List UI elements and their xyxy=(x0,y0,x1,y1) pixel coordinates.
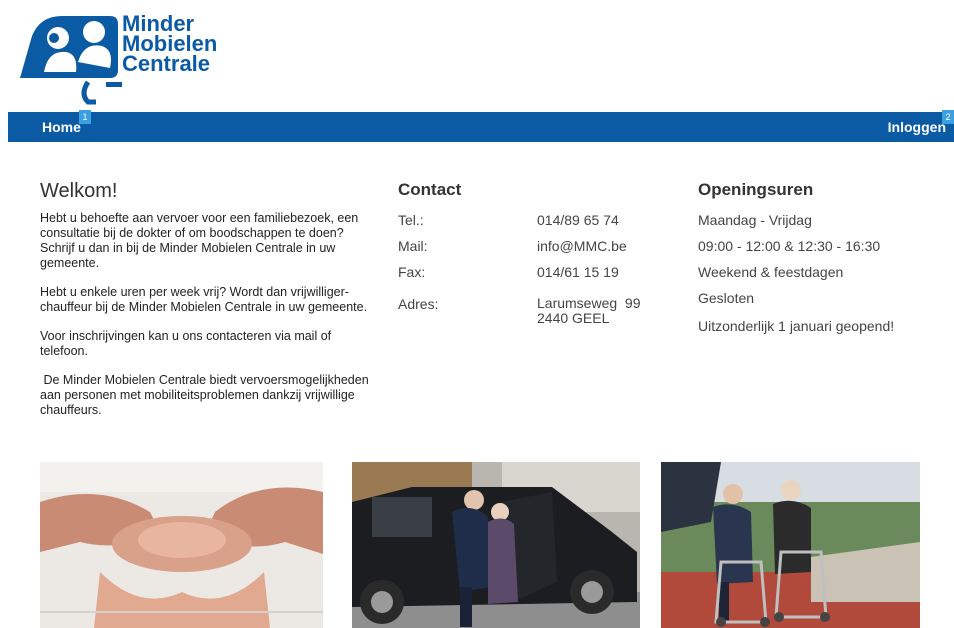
hours-exception-note: Uitzonderlijk 1 januari geopend! xyxy=(698,318,895,334)
welcome-paragraph-2: Hebt u enkele uren per week vrij? Wordt … xyxy=(40,285,368,314)
hours-weekday-times: 09:00 - 12:00 & 12:30 - 16:30 xyxy=(698,238,881,254)
contact-address-label: Adres: xyxy=(398,296,439,312)
nav-home-link[interactable]: Home xyxy=(42,119,81,135)
hours-weekdays: Maandag - Vrijdag xyxy=(698,212,812,228)
contact-mail-row: Mail: info@MMC.be xyxy=(398,238,668,264)
welcome-paragraph-3: Voor inschrijvingen kan u ons contactere… xyxy=(40,329,332,358)
contact-mail-label: Mail: xyxy=(398,238,428,254)
contact-address-line-2: 2440 GEEL xyxy=(537,310,610,326)
contact-section: Contact Tel.: 014/89 65 74 Mail: info@MM… xyxy=(398,180,668,336)
contact-fax-label: Fax: xyxy=(398,264,426,280)
contact-fax-row: Fax: 014/61 15 19 xyxy=(398,264,668,290)
nav-home-badge: 1 xyxy=(79,110,91,124)
contact-address-value: Larumseweg 99 2440 GEEL xyxy=(537,296,641,326)
welcome-section: Welkom! Hebt u behoefte aan vervoer voor… xyxy=(40,180,380,432)
logo-icon xyxy=(20,16,122,105)
contact-tel-row: Tel.: 014/89 65 74 xyxy=(398,212,668,238)
photo-caring-hands xyxy=(40,462,323,628)
contact-title: Contact xyxy=(398,180,462,199)
contact-fax-value: 014/61 15 19 xyxy=(537,264,619,280)
opening-hours-section: Openingsuren Maandag - Vrijdag 09:00 - 1… xyxy=(698,180,954,344)
opening-hours-title: Openingsuren xyxy=(698,180,814,199)
welcome-paragraph-4: De Minder Mobielen Centrale biedt vervoe… xyxy=(40,373,373,417)
nav-login-badge: 2 xyxy=(942,110,954,124)
logo-wordmark: Minder Mobielen Centrale xyxy=(122,13,217,76)
hours-weekend-status: Gesloten xyxy=(698,290,755,306)
photo-volunteer-driver-car xyxy=(352,462,640,628)
nav-login-link[interactable]: Inloggen xyxy=(888,119,946,135)
contact-address-row: Adres: Larumseweg 99 2440 GEEL xyxy=(398,296,668,336)
welcome-title: Welkom! xyxy=(40,180,118,202)
photo-volunteers-walkers xyxy=(661,462,920,628)
contact-tel-value[interactable]: 014/89 65 74 xyxy=(537,212,619,228)
main-navbar: Home Inloggen xyxy=(8,112,954,142)
logo-line-3: Centrale xyxy=(122,51,211,76)
contact-tel-label: Tel.: xyxy=(398,212,424,228)
hours-weekend: Weekend & feestdagen xyxy=(698,264,844,280)
welcome-paragraph-1: Hebt u behoefte aan vervoer voor een fam… xyxy=(40,211,359,270)
contact-mail-value[interactable]: info@MMC.be xyxy=(537,238,627,254)
contact-address-line-1: Larumseweg 99 xyxy=(537,295,641,311)
logo[interactable]: Minder Mobielen Centrale xyxy=(18,10,238,106)
